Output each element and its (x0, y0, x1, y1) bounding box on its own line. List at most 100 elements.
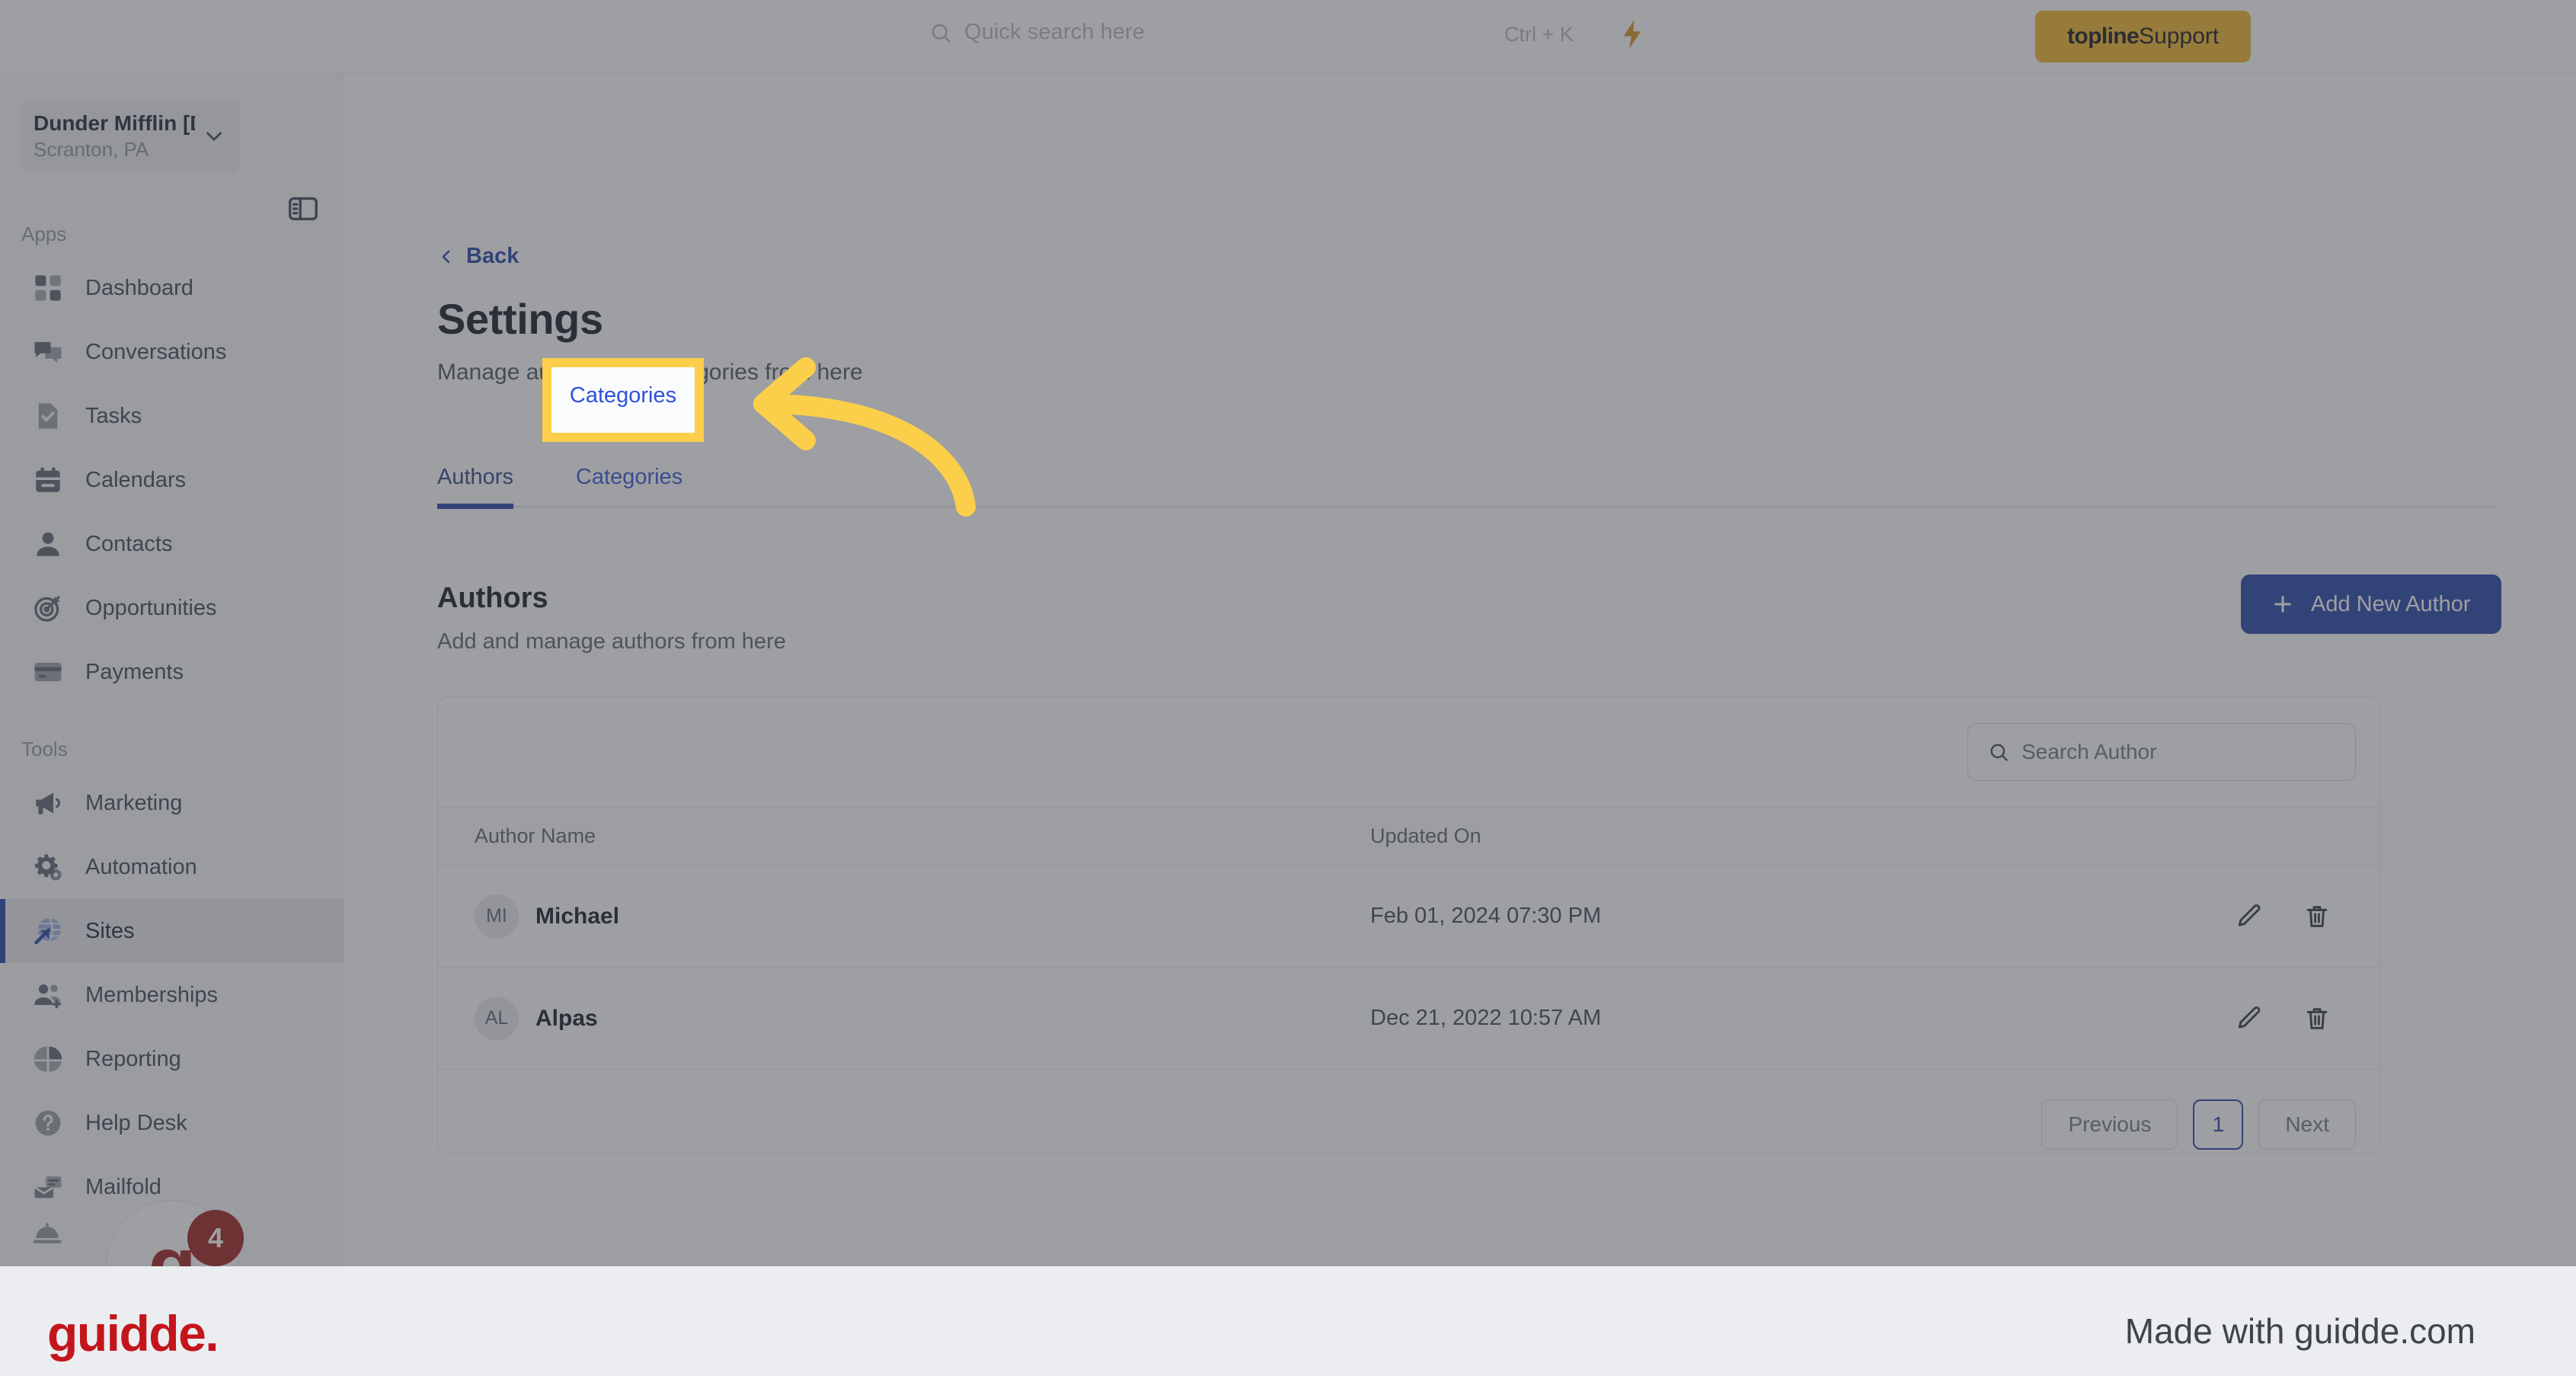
section-title: Authors (437, 582, 548, 614)
calendar-icon (32, 464, 64, 496)
pencil-icon[interactable] (2234, 902, 2263, 931)
sidebar-item-label: Opportunities (85, 595, 217, 620)
table-toolbar: Search Author (438, 697, 2380, 807)
application-window: Quick search here Ctrl + K topline Suppo… (0, 0, 2576, 1266)
search-author-placeholder: Search Author (2021, 740, 2157, 763)
sidebar-item-label: Calendars (85, 467, 187, 492)
cell-actions (2069, 967, 2380, 1070)
quick-search-input[interactable]: Quick search here (929, 20, 1145, 45)
sidebar-item-label: Reporting (85, 1046, 181, 1071)
plus-icon (2271, 593, 2294, 616)
question-icon (32, 1107, 64, 1139)
column-header-author-name: Author Name (438, 807, 1370, 866)
avatar: AL (475, 996, 519, 1041)
sidebar-item-label: Mailfold (85, 1174, 161, 1199)
sidebar-item-contacts[interactable]: Contacts (0, 512, 344, 576)
pencil-icon[interactable] (2234, 1004, 2263, 1033)
back-label: Back (466, 244, 519, 268)
sidebar-item-label: Tasks (85, 403, 142, 428)
people-add-icon (32, 979, 64, 1011)
previous-page-button[interactable]: Previous (2041, 1099, 2178, 1150)
table-header-row: Author Name Updated On (438, 807, 2380, 866)
author-name: Alpas (535, 1005, 598, 1031)
sidebar-item-tasks[interactable]: Tasks (0, 384, 344, 448)
support-word: Support (2139, 24, 2220, 49)
sidebar-item-conversations[interactable]: Conversations (0, 320, 344, 384)
sidebar-item-opportunities[interactable]: Opportunities (0, 576, 344, 640)
sidebar-item-payments[interactable]: Payments (0, 640, 344, 704)
table-head: Author Name Updated On (438, 807, 2380, 866)
search-author-input[interactable]: Search Author (1967, 723, 2356, 781)
sidebar-item-marketing[interactable]: Marketing (0, 771, 344, 835)
section-subtitle: Add and manage authors from here (437, 629, 786, 654)
search-shortcut-hint: Ctrl + K (1504, 23, 1574, 46)
org-texts: Dunder Mifflin [D... Scranton, PA (34, 111, 195, 162)
trash-icon[interactable] (2303, 902, 2332, 931)
author-name-cell: AL Alpas (438, 996, 1370, 1041)
guidde-widget-badge: 4 (187, 1210, 244, 1266)
chevron-down-icon (201, 123, 227, 149)
cell-updated-on: Dec 21, 2022 10:57 AM (1370, 967, 2069, 1070)
author-name: Michael (535, 903, 620, 929)
topline-support-button[interactable]: topline Support (2035, 11, 2252, 62)
highlight-target-label: Categories (569, 382, 677, 408)
cell-author-name: AL Alpas (438, 967, 1370, 1070)
page-number-1[interactable]: 1 (2193, 1099, 2244, 1150)
gears-icon (32, 851, 64, 883)
task-check-icon (32, 400, 64, 432)
quick-search-placeholder: Quick search here (964, 20, 1146, 44)
next-page-button[interactable]: Next (2258, 1099, 2356, 1150)
trash-icon[interactable] (2303, 1004, 2332, 1033)
guidde-footer: guidde. Made with guidde.com (0, 1266, 2576, 1376)
column-header-updated-on: Updated On (1370, 807, 2069, 866)
sidebar-item-label: Help Desk (85, 1110, 187, 1135)
org-name: Dunder Mifflin [D... (34, 111, 195, 135)
add-new-author-button[interactable]: Add New Author (2241, 574, 2501, 634)
sidebar-item-label: Contacts (85, 531, 173, 556)
sidebar-toggle-icon[interactable] (280, 186, 326, 232)
sidebar-nav-apps: Dashboard Conversations Tasks Calendars Cont… (0, 256, 344, 704)
sidebar-section-label-tools: Tools (21, 738, 68, 760)
pie-chart-icon (32, 1043, 64, 1075)
sidebar-item-sites[interactable]: Sites (0, 899, 344, 963)
tab-categories[interactable]: Categories (548, 446, 710, 507)
sidebar-item-automation[interactable]: Automation (0, 835, 344, 899)
table-row: AL Alpas Dec 21, 2022 10:57 AM (438, 967, 2380, 1070)
service-bell-icon[interactable] (30, 1220, 64, 1253)
megaphone-icon (32, 787, 64, 819)
sidebar-item-calendars[interactable]: Calendars (0, 448, 344, 512)
table-body: MI Michael Feb 01, 2024 07:30 PM AL Alpas Dec… (438, 865, 2380, 1070)
add-new-author-label: Add New Author (2311, 591, 2471, 616)
column-header-actions (2069, 807, 2380, 866)
sidebar: Dunder Mifflin [D... Scranton, PA (0, 73, 344, 1266)
sidebar-item-dashboard[interactable]: Dashboard (0, 256, 344, 320)
tab-authors[interactable]: Authors (437, 446, 548, 509)
search-icon (929, 21, 952, 44)
author-name-cell: MI Michael (438, 894, 1370, 939)
cell-updated-on: Feb 01, 2024 07:30 PM (1370, 865, 2069, 968)
org-switcher[interactable]: Dunder Mifflin [D... Scranton, PA (20, 101, 241, 172)
org-switcher-row: Dunder Mifflin [D... Scranton, PA (20, 101, 241, 172)
lightning-bolt-icon[interactable] (1621, 20, 1644, 49)
sidebar-item-label: Memberships (85, 982, 219, 1007)
page-title: Settings (437, 295, 603, 343)
sidebar-nav-tools: Marketing Automation Sites Memberships Repor… (0, 771, 344, 1219)
highlight-box-categories-tab[interactable]: Categories (542, 358, 704, 442)
back-button[interactable]: Back (437, 244, 519, 269)
guidde-logo: guidde. (47, 1305, 219, 1362)
updated-on-value: Dec 21, 2022 10:57 AM (1370, 1006, 1602, 1030)
tab-bar: Authors Categories (437, 446, 2494, 509)
cell-actions (2069, 865, 2380, 968)
avatar: MI (475, 894, 519, 939)
sidebar-item-help-desk[interactable]: Help Desk (0, 1091, 344, 1155)
made-with-guidde-label: Made with guidde.com (2124, 1311, 2475, 1351)
target-icon (32, 592, 64, 624)
sidebar-section-label-apps: Apps (21, 222, 67, 245)
sidebar-item-reporting[interactable]: Reporting (0, 1027, 344, 1091)
authors-table: Author Name Updated On MI Michael Feb 01, … (438, 807, 2380, 1070)
dashboard-icon (32, 272, 64, 304)
row-actions (2069, 902, 2380, 931)
table-row: MI Michael Feb 01, 2024 07:30 PM (438, 865, 2380, 968)
sidebar-item-label: Marketing (85, 790, 183, 815)
sidebar-item-memberships[interactable]: Memberships (0, 963, 344, 1027)
